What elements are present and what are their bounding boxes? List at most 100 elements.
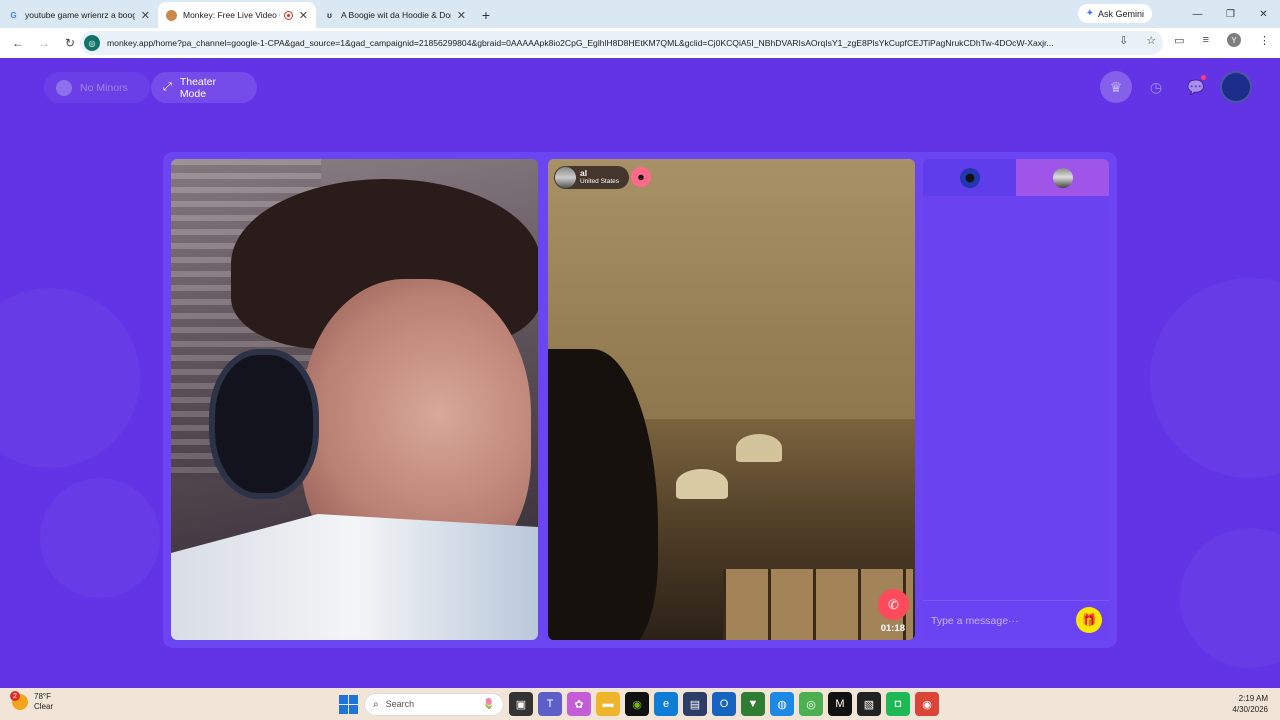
ask-gemini-button[interactable]: ✦ Ask Gemini [1077, 4, 1152, 23]
close-tab-icon[interactable]: ✕ [457, 9, 466, 22]
remote-avatar [1052, 167, 1073, 188]
weather-desc: Clear [34, 702, 54, 711]
page-icon: ʊ [327, 10, 332, 20]
copilot-icon[interactable]: ✿ [567, 692, 591, 716]
profile-avatar[interactable]: Y [1227, 33, 1241, 47]
gemini-sparkle-icon: ✦ [1085, 8, 1094, 19]
gift-icon[interactable]: 🎁 [1076, 607, 1102, 633]
remote-user-chip[interactable]: al United States [554, 166, 630, 189]
background-blob [1180, 528, 1280, 668]
close-tab-icon[interactable]: ✕ [141, 9, 150, 22]
tab-title: Monkey: Free Live Video Ch [183, 10, 280, 20]
self-avatar [959, 167, 980, 188]
notification-badge: 2 [10, 691, 20, 701]
google-icon: G [10, 10, 17, 20]
tulips-icon: 🌷 [482, 698, 495, 710]
task-view-icon[interactable]: ▣ [509, 692, 533, 716]
install-app-icon[interactable]: ⇩ [1119, 34, 1128, 47]
sun-icon: 2 [10, 691, 28, 710]
close-window-icon[interactable]: ✕ [1247, 0, 1280, 28]
new-tab-button[interactable]: + [474, 2, 498, 28]
ask-gemini-label: Ask Gemini [1097, 8, 1144, 19]
close-tab-icon[interactable]: ✕ [299, 9, 308, 22]
chrome-icon[interactable]: ◉ [915, 692, 939, 716]
browser-toolbar: ← → ↻ ◎ monkey.app/home?pa_channel=googl… [0, 28, 1280, 58]
reload-icon[interactable]: ↻ [58, 31, 82, 55]
minimize-icon[interactable]: — [1181, 0, 1214, 28]
remote-user-country: United States [580, 178, 620, 185]
pendant-lamp [736, 434, 782, 462]
file-explorer-icon[interactable]: ▬ [596, 692, 620, 716]
remote-user-name: al [580, 168, 588, 178]
headphones [209, 349, 319, 499]
remote-video-feed: al United States ☻ ✆ 01:18 [548, 159, 915, 640]
url-text[interactable]: monkey.app/home?pa_channel=google-1-CPA&… [107, 38, 1112, 48]
clapper-icon[interactable]: ▧ [857, 692, 881, 716]
theater-mode-button[interactable]: ⤢ Theater Mode [151, 72, 257, 103]
chat-tab-remote[interactable] [1016, 159, 1109, 196]
background-blob [1150, 278, 1280, 478]
call-timer: 01:18 [880, 623, 905, 634]
monkey-app-page: No Minors ⤢ Theater Mode ♛ ◷ 💬 al United… [0, 58, 1280, 688]
system-clock[interactable]: 2:19 AM 4/30/2026 [1232, 693, 1268, 715]
address-bar[interactable]: ◎ monkey.app/home?pa_channel=google-1-CP… [80, 31, 1163, 55]
clock-time: 2:19 AM [1238, 694, 1268, 703]
no-minors-toggle[interactable]: No Minors [44, 72, 150, 103]
menu-kebab-icon[interactable]: ⋮ [1259, 34, 1270, 47]
background-blob [0, 288, 140, 468]
theater-mode-label: Theater Mode [179, 75, 216, 100]
teams-icon[interactable]: T [538, 692, 562, 716]
chat-panel: 🎁 [923, 159, 1109, 640]
window-controls: — ❐ ✕ [1181, 0, 1280, 28]
person-shirt [171, 514, 538, 640]
split-view-icon[interactable]: ▭ [1174, 34, 1184, 47]
globe-icon[interactable]: ◍ [770, 692, 794, 716]
no-minors-label: No Minors [80, 81, 128, 94]
nvidia-icon[interactable]: ◉ [625, 692, 649, 716]
windows-taskbar: 2 78°F Clear ⌕ Search 🌷 ▣ T ✿ ▬ ◉ e ▤ O … [0, 688, 1280, 720]
history-icon[interactable]: ◷ [1140, 71, 1172, 103]
capcut-icon[interactable]: M [828, 692, 852, 716]
crown-icon[interactable]: ♛ [1100, 71, 1132, 103]
message-input[interactable] [931, 614, 1071, 627]
vpn-icon[interactable]: ▼ [741, 692, 765, 716]
edge-icon[interactable]: e [654, 692, 678, 716]
toolbar-right-icons: ⇩ ☆ ▭ ≡ Y ⋮ [1119, 33, 1270, 47]
tab-monkey[interactable]: Monkey: Free Live Video Ch ✕ [158, 2, 316, 28]
chat-tabs [923, 159, 1109, 196]
monkey-icon [166, 9, 177, 21]
report-icon[interactable]: ☻ [631, 167, 651, 187]
local-video-feed [171, 159, 538, 640]
taskbar-apps: ⌕ Search 🌷 ▣ T ✿ ▬ ◉ e ▤ O ▼ ◍ ◎ M ▧ ◘ ◉ [337, 692, 939, 716]
chat-bubble-icon[interactable]: 💬 [1180, 71, 1212, 103]
search-label: Search [385, 699, 415, 709]
tab-title: youtube game wrienrz a boogie [25, 10, 135, 20]
tab-title: A Boogie wit da Hoodie & Don [341, 10, 451, 20]
media-control-icon[interactable]: ≡ [1203, 34, 1209, 46]
chat-tab-self[interactable] [923, 159, 1016, 196]
background-blob [40, 478, 160, 598]
search-icon: ⌕ [373, 698, 379, 710]
taskbar-search[interactable]: ⌕ Search 🌷 [364, 692, 504, 716]
weather-widget[interactable]: 2 78°F Clear [10, 691, 54, 712]
video-chat-stage: al United States ☻ ✆ 01:18 🎁 [163, 152, 1117, 648]
store-icon[interactable]: ▤ [683, 692, 707, 716]
forward-icon[interactable]: → [32, 31, 56, 55]
app-icon[interactable]: ◘ [886, 692, 910, 716]
tab-boogie[interactable]: ʊ A Boogie wit da Hoodie & Don ✕ [316, 2, 474, 28]
top-right-icons: ♛ ◷ 💬 [1100, 71, 1252, 103]
expand-icon: ⤢ [163, 81, 172, 93]
no-minors-icon [56, 79, 72, 96]
back-icon[interactable]: ← [6, 31, 30, 55]
outlook-icon[interactable]: O [712, 692, 736, 716]
windows-start-icon[interactable] [337, 693, 359, 715]
chrome-profile-icon[interactable]: ◎ [799, 692, 823, 716]
user-avatar[interactable] [1220, 71, 1252, 103]
site-info-icon[interactable]: ◎ [84, 35, 100, 51]
recording-icon [283, 10, 293, 20]
tab-youtube[interactable]: G youtube game wrienrz a boogie ✕ [0, 2, 158, 28]
browser-tab-strip: G youtube game wrienrz a boogie ✕ Monkey… [0, 0, 1280, 28]
restore-icon[interactable]: ❐ [1214, 0, 1247, 28]
end-call-button[interactable]: ✆ [878, 589, 909, 620]
bookmark-star-icon[interactable]: ☆ [1146, 34, 1156, 47]
